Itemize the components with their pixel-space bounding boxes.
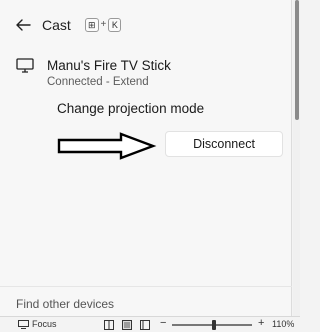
device-status: Connected - Extend	[47, 76, 149, 88]
read-mode-icon[interactable]	[104, 320, 114, 330]
change-projection-mode-link[interactable]: Change projection mode	[57, 101, 204, 116]
device-entry[interactable]: Manu's Fire TV Stick Connected - Extend	[0, 52, 292, 92]
right-arrow-annotation-icon	[57, 132, 157, 160]
monitor-icon	[16, 58, 34, 73]
windows-key-icon: ⊞	[85, 17, 99, 32]
shortcut-plus: +	[100, 19, 107, 30]
footer-divider	[0, 286, 292, 287]
focus-icon[interactable]	[18, 320, 29, 329]
device-name: Manu's Fire TV Stick	[47, 58, 171, 73]
focus-label[interactable]: Focus	[32, 319, 57, 329]
web-layout-icon[interactable]	[140, 320, 150, 330]
scrollbar-thumb[interactable]	[295, 0, 299, 120]
zoom-in-button[interactable]: +	[258, 317, 264, 329]
print-layout-icon[interactable]	[122, 320, 132, 330]
find-other-devices-link[interactable]: Find other devices	[16, 297, 114, 311]
disconnect-button[interactable]: Disconnect	[165, 131, 283, 157]
back-arrow-icon[interactable]	[14, 16, 32, 34]
shortcut-key: K	[108, 17, 122, 32]
zoom-out-button[interactable]: −	[160, 317, 166, 329]
panel-title: Cast	[42, 17, 71, 33]
zoom-slider-thumb[interactable]	[212, 320, 216, 330]
keyboard-shortcut: ⊞ + K	[85, 17, 122, 32]
word-status-bar: Focus − + 110%	[0, 316, 300, 332]
zoom-level[interactable]: 110%	[272, 319, 294, 329]
cast-header: Cast ⊞ + K	[0, 0, 292, 48]
cast-panel: Cast ⊞ + K Manu's Fire TV Stick Connecte…	[0, 0, 292, 316]
